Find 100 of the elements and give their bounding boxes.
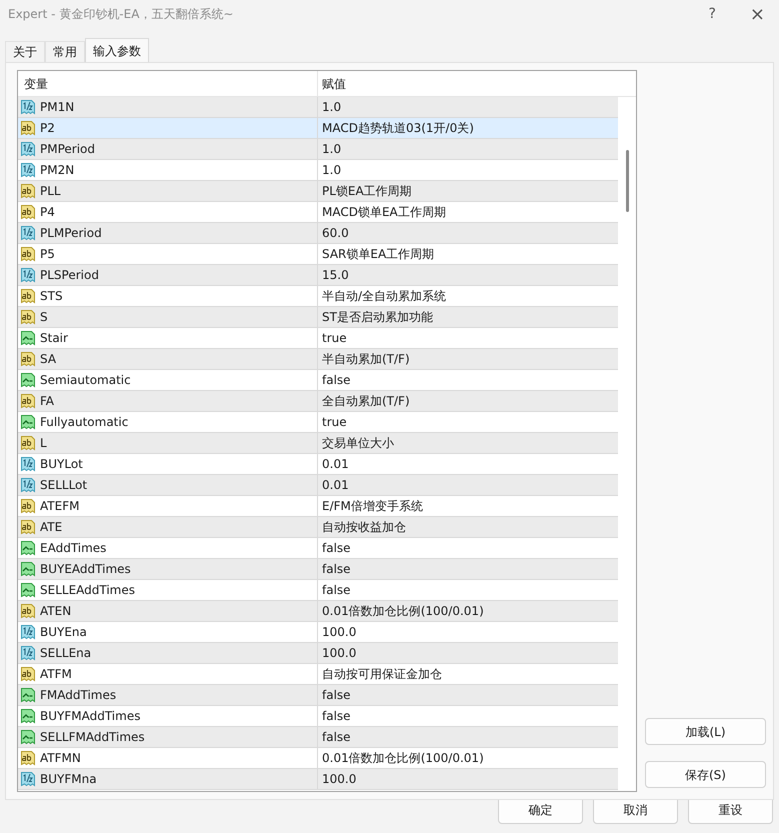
- boolean-type-icon: [20, 708, 36, 724]
- table-row[interactable]: PLL PL锁EA工作周期: [18, 181, 618, 202]
- variable-value: 交易单位大小: [321, 435, 394, 452]
- variable-name: BUYLot: [40, 456, 83, 473]
- text-type-icon: [20, 246, 36, 262]
- boolean-type-icon: [20, 372, 36, 388]
- variable-value: 100.0: [321, 624, 356, 641]
- table-row[interactable]: P2 MACD趋势轨道03(1开/0关): [18, 118, 618, 139]
- variable-name: PM1N: [40, 99, 74, 116]
- variable-value: true: [321, 330, 347, 347]
- variable-name: P2: [40, 120, 55, 137]
- table-row[interactable]: FA 全自动累加(T/F): [18, 391, 618, 412]
- variable-name: L: [40, 435, 47, 452]
- text-type-icon: [20, 204, 36, 220]
- variable-name: P5: [40, 246, 55, 263]
- variable-name: BUYFMna: [40, 771, 97, 788]
- variable-value: MACD锁单EA工作周期: [321, 204, 446, 221]
- variable-name: FMAddTimes: [40, 687, 116, 704]
- text-type-icon: [20, 393, 36, 409]
- table-row[interactable]: Fullyautomatic true: [18, 412, 618, 433]
- variable-value: 半自动/全自动累加系统: [321, 288, 446, 305]
- table-row[interactable]: SA 半自动累加(T/F): [18, 349, 618, 370]
- table-row[interactable]: FMAddTimes false: [18, 685, 618, 706]
- number-type-icon: [20, 477, 36, 493]
- table-row[interactable]: SELLFMAddTimes false: [18, 727, 618, 748]
- variable-name: ATEN: [40, 603, 72, 620]
- variable-value: false: [321, 540, 351, 557]
- scrollbar-thumb[interactable]: [626, 150, 629, 212]
- table-row[interactable]: Stair true: [18, 328, 618, 349]
- table-row[interactable]: BUYLot 0.01: [18, 454, 618, 475]
- variable-value: 自动按收益加仓: [321, 519, 406, 536]
- table-row[interactable]: ATEN 0.01倍数加仓比例(100/0.01): [18, 601, 618, 622]
- side-button[interactable]: 保存(S): [645, 761, 766, 788]
- table-row[interactable]: SELLEna 100.0: [18, 643, 618, 664]
- variable-value: SAR锁单EA工作周期: [321, 246, 434, 263]
- table-row[interactable]: ATE 自动按收益加仓: [18, 517, 618, 538]
- variable-name: BUYEAddTimes: [40, 561, 131, 578]
- variable-value: 1.0: [321, 162, 342, 179]
- variable-name: ATFM: [40, 666, 72, 683]
- boolean-type-icon: [20, 540, 36, 556]
- number-type-icon: [20, 267, 36, 283]
- variable-name: SELLLot: [40, 477, 88, 494]
- table-row[interactable]: SELLEAddTimes false: [18, 580, 618, 601]
- variable-value: 1.0: [321, 141, 342, 158]
- text-type-icon: [20, 435, 36, 451]
- table-row[interactable]: EAddTimes false: [18, 538, 618, 559]
- table-row[interactable]: PM2N 1.0: [18, 160, 618, 181]
- variable-value: ST是否启动累加功能: [321, 309, 433, 326]
- number-type-icon: [20, 99, 36, 115]
- variable-value: E/FM倍增变手系统: [321, 498, 423, 515]
- close-button[interactable]: ×: [750, 0, 765, 28]
- text-type-icon: [20, 351, 36, 367]
- tab[interactable]: 输入参数: [85, 38, 149, 63]
- variable-name: ATE: [40, 519, 62, 536]
- table-row[interactable]: PM1N 1.0: [18, 97, 618, 118]
- variable-value: 15.0: [321, 267, 349, 284]
- boolean-type-icon: [20, 687, 36, 703]
- number-type-icon: [20, 162, 36, 178]
- variable-value: false: [321, 729, 351, 746]
- variable-value: MACD趋势轨道03(1开/0关): [321, 120, 474, 137]
- table-row[interactable]: P5 SAR锁单EA工作周期: [18, 244, 618, 265]
- text-type-icon: [20, 288, 36, 304]
- table-row[interactable]: ATFM 自动按可用保证金加仓: [18, 664, 618, 685]
- table-row[interactable]: P4 MACD锁单EA工作周期: [18, 202, 618, 223]
- table-row[interactable]: SELLLot 0.01: [18, 475, 618, 496]
- help-button[interactable]: ?: [708, 4, 716, 24]
- variable-name: ATEFM: [40, 498, 80, 515]
- boolean-type-icon: [20, 330, 36, 346]
- table-row[interactable]: PMPeriod 1.0: [18, 139, 618, 160]
- table-row[interactable]: ATEFM E/FM倍增变手系统: [18, 496, 618, 517]
- table-row[interactable]: BUYEna 100.0: [18, 622, 618, 643]
- variable-name: SELLEAddTimes: [40, 582, 136, 599]
- variable-value: false: [321, 561, 351, 578]
- column-header: 变量: [23, 76, 49, 92]
- text-type-icon: [20, 309, 36, 325]
- table-row[interactable]: L 交易单位大小: [18, 433, 618, 454]
- variable-name: SELLFMAddTimes: [40, 729, 145, 746]
- table-row[interactable]: PLMPeriod 60.0: [18, 223, 618, 244]
- table-row[interactable]: S ST是否启动累加功能: [18, 307, 618, 328]
- table-row[interactable]: BUYFMAddTimes false: [18, 706, 618, 727]
- table-row[interactable]: BUYEAddTimes false: [18, 559, 618, 580]
- table-row[interactable]: ATFMN 0.01倍数加仓比例(100/0.01): [18, 748, 618, 769]
- number-type-icon: [20, 645, 36, 661]
- variable-name: PLMPeriod: [40, 225, 102, 242]
- variable-value: false: [321, 687, 351, 704]
- number-type-icon: [20, 141, 36, 157]
- variable-value: 60.0: [321, 225, 349, 242]
- variable-value: 0.01: [321, 477, 349, 494]
- variable-name: EAddTimes: [40, 540, 106, 557]
- table-row[interactable]: PLSPeriod 15.0: [18, 265, 618, 286]
- table-row[interactable]: Semiautomatic false: [18, 370, 618, 391]
- side-button[interactable]: 加载(L): [645, 718, 766, 745]
- table-row[interactable]: STS 半自动/全自动累加系统: [18, 286, 618, 307]
- table-row[interactable]: BUYFMna 100.0: [18, 769, 618, 790]
- boolean-type-icon: [20, 561, 36, 577]
- variable-name: Semiautomatic: [40, 372, 131, 389]
- variable-value: 0.01: [321, 456, 349, 473]
- column-header: 赋值: [321, 76, 346, 92]
- variable-value: false: [321, 372, 351, 389]
- variable-value: 0.01倍数加仓比例(100/0.01): [321, 603, 484, 620]
